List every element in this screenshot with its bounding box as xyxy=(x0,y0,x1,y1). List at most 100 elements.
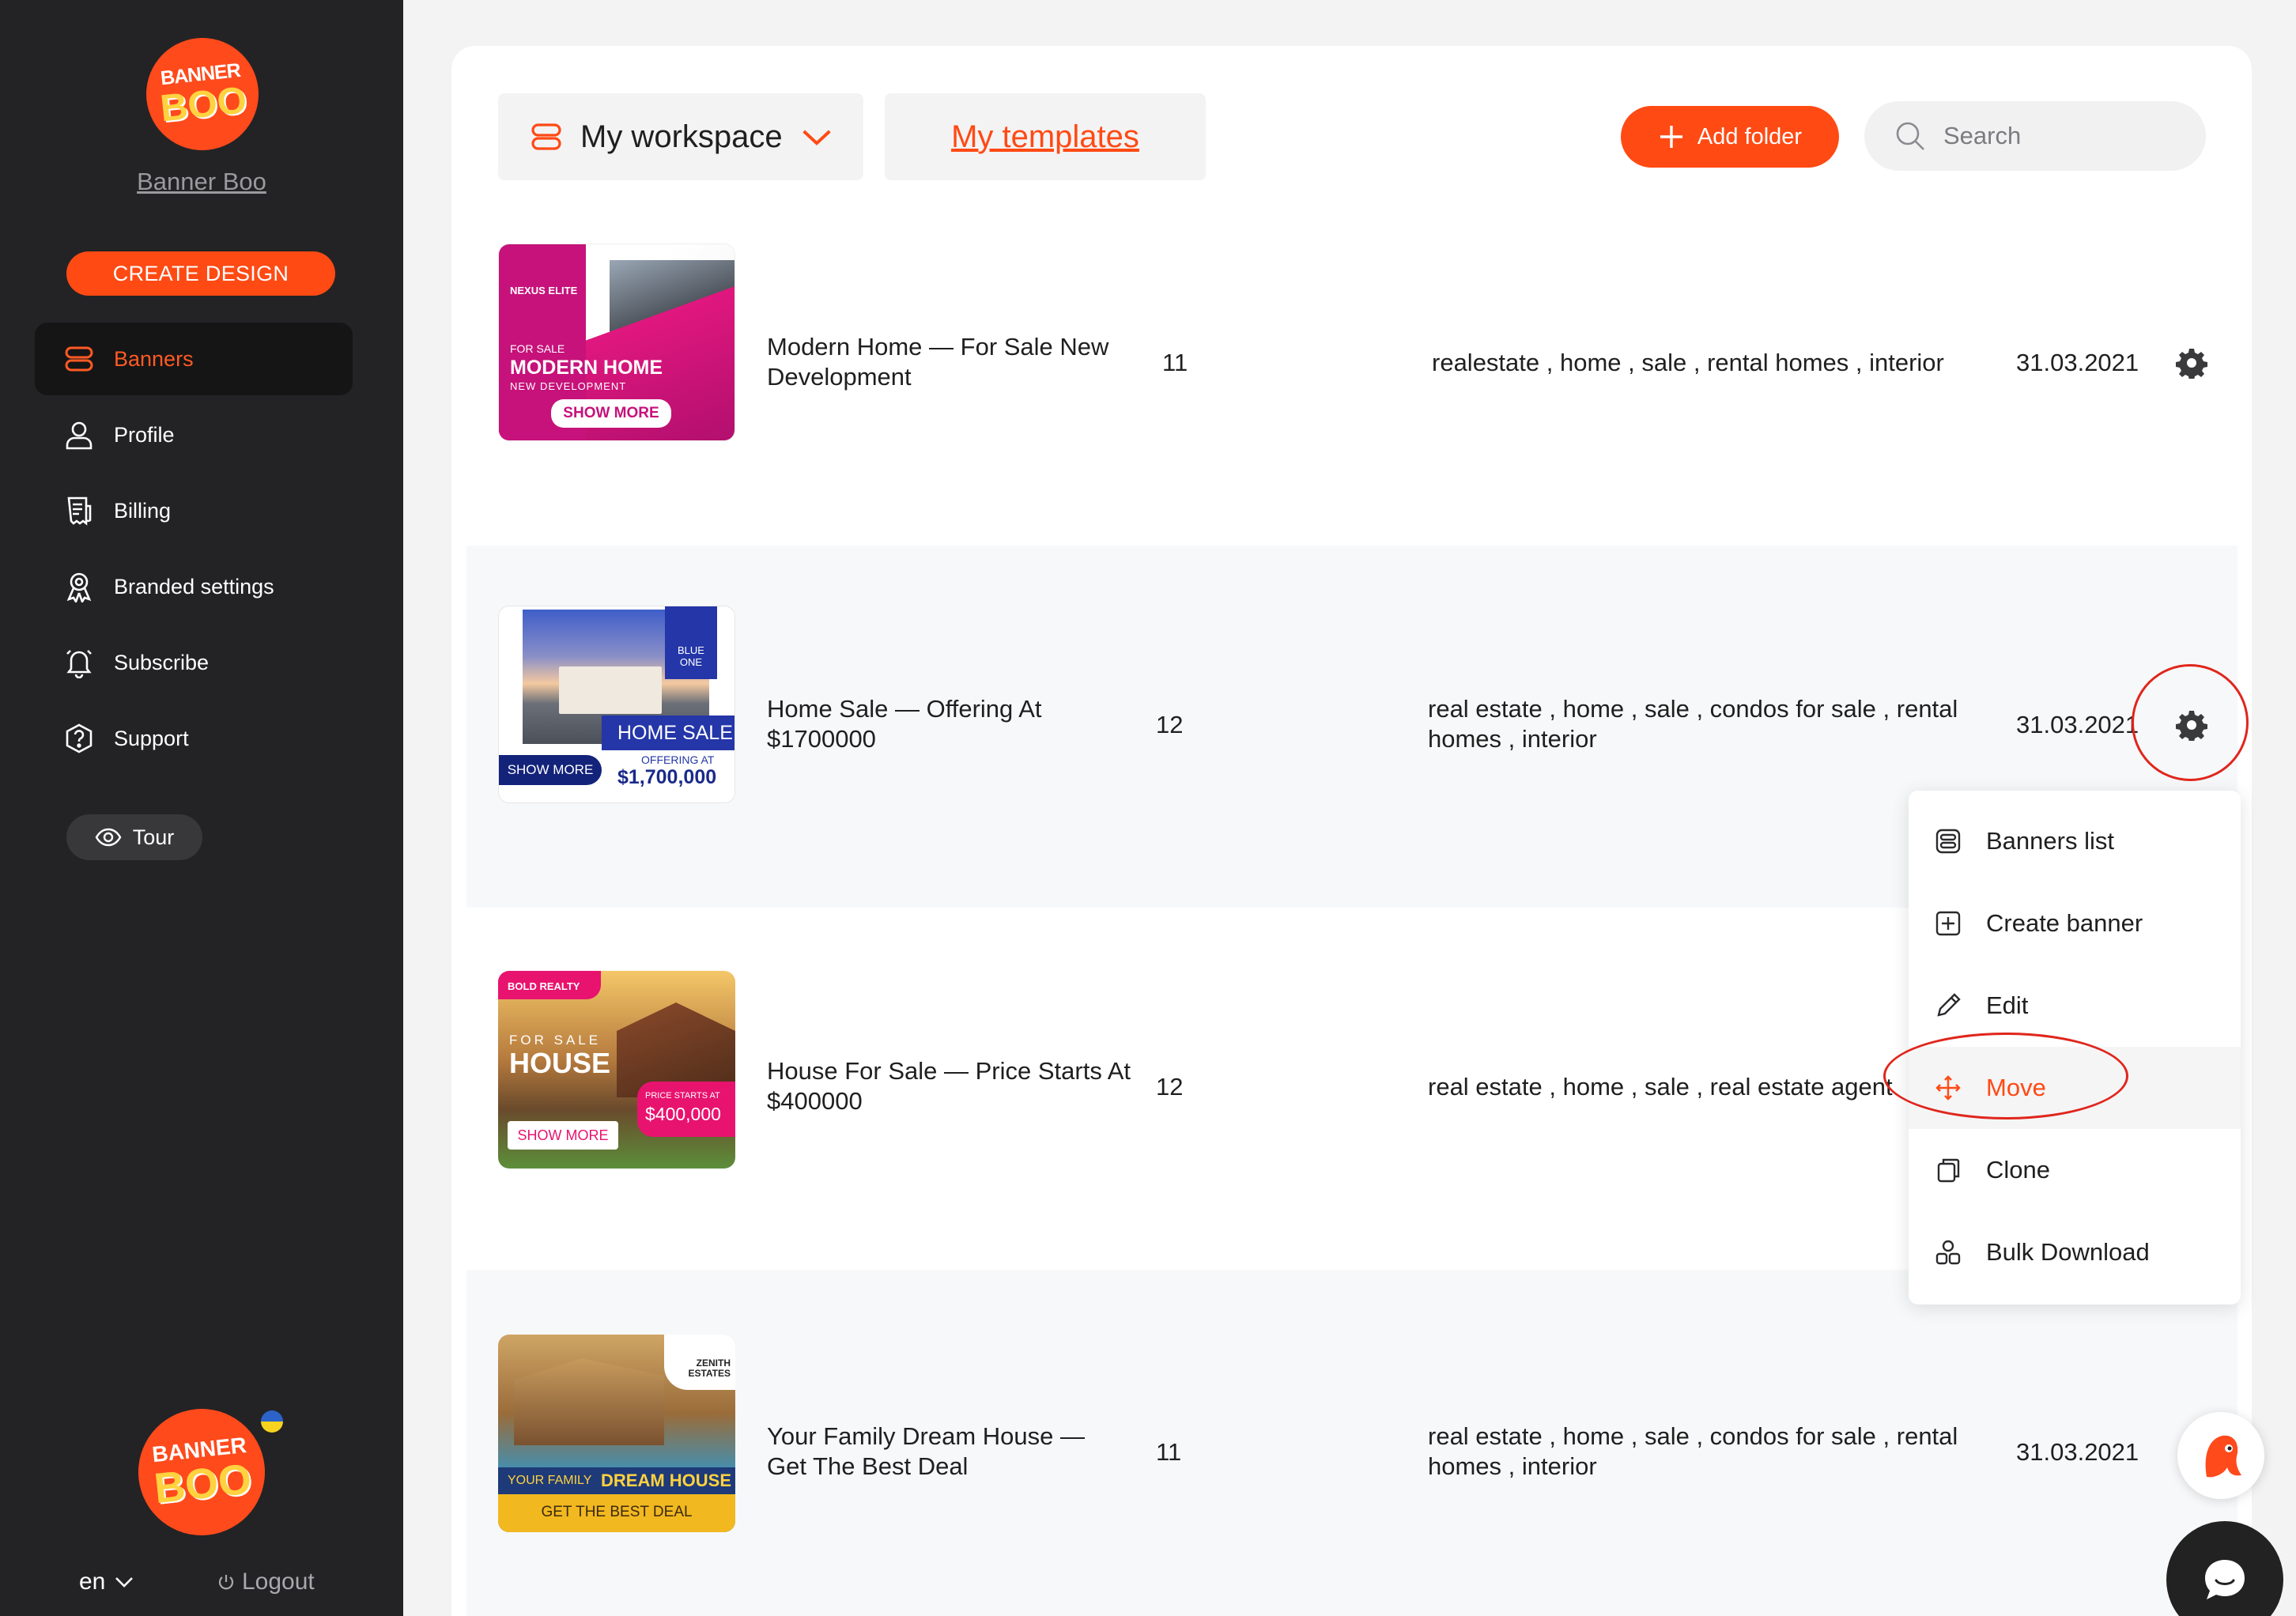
thumb-cta: GET THE BEST DEAL xyxy=(541,1504,693,1520)
shapes-icon xyxy=(1935,1240,1961,1265)
plus-icon xyxy=(1660,126,1682,148)
banner-tags: real estate , home , sale , condos for s… xyxy=(1428,1422,1958,1480)
search-input[interactable] xyxy=(1943,122,2181,150)
thumb-headline: HOME SALE xyxy=(617,722,733,744)
bell-icon xyxy=(63,647,95,678)
thumb-kicker: FOR SALE xyxy=(509,1033,602,1048)
banner-tags: realestate , home , sale , rental homes … xyxy=(1432,349,1944,376)
tour-label: Tour xyxy=(132,825,175,849)
banner-thumbnail[interactable]: BLUE ONE HOME SALE OFFERING AT $1,700,00… xyxy=(498,606,735,803)
user-icon xyxy=(63,419,95,451)
thumb-kicker: FOR SALE xyxy=(510,342,565,355)
sidebar-item-label: Banners xyxy=(114,346,194,371)
thumb-sub: PRICE STARTS AT xyxy=(645,1091,720,1101)
table-row[interactable]: NEXUS ELITE FOR SALE MODERN HOME NEW DEV… xyxy=(466,183,2237,546)
workspace-label: My workspace xyxy=(580,119,783,154)
banner-count: 11 xyxy=(1156,1438,1182,1466)
sidebar: BANNER BOO Banner Boo CREATE DESIGN Bann… xyxy=(0,0,403,1616)
sidebar-item-label: Billing xyxy=(114,498,172,523)
thumb-cta: SHOW MORE xyxy=(551,399,671,428)
award-icon xyxy=(63,571,95,602)
plus-square-icon xyxy=(1935,911,1961,936)
banner-date: 31.03.2021 xyxy=(2016,711,2139,738)
sidebar-item-profile[interactable]: Profile xyxy=(35,398,353,471)
banner-date: 31.03.2021 xyxy=(2016,349,2139,376)
table-row[interactable]: ZENITH ESTATES YOUR FAMILY DREAM HOUSE G… xyxy=(466,1270,2237,1616)
menu-item-bulk-download[interactable]: Bulk Download xyxy=(1909,1211,2241,1293)
help-icon xyxy=(63,723,95,754)
thumb-sub: OFFERING AT xyxy=(641,753,715,766)
thumb-brand: BOLD REALTY xyxy=(508,980,580,992)
menu-item-create-banner[interactable]: Create banner xyxy=(1909,882,2241,965)
sidebar-nav: Banners Profile Billing Branded settings… xyxy=(35,323,353,778)
thumb-headline: DREAM HOUSE xyxy=(601,1471,732,1490)
sidebar-item-billing[interactable]: Billing xyxy=(35,474,353,547)
add-folder-label: Add folder xyxy=(1697,123,1803,149)
banner-thumbnail[interactable]: BOLD REALTY FOR SALE HOUSE PRICE STARTS … xyxy=(498,971,735,1169)
power-icon xyxy=(218,1575,234,1590)
sidebar-item-branded-settings[interactable]: Branded settings xyxy=(35,550,353,623)
receipt-icon xyxy=(63,495,95,527)
language-value: en xyxy=(79,1569,106,1595)
thumb-kicker: YOUR FAMILY xyxy=(508,1474,592,1487)
gear-icon[interactable] xyxy=(2174,345,2209,380)
sidebar-item-label: Support xyxy=(114,726,189,750)
workspace-dropdown[interactable]: My workspace xyxy=(498,93,863,180)
thumb-brand: BLUE ONE xyxy=(678,644,704,668)
banner-thumbnail[interactable]: NEXUS ELITE FOR SALE MODERN HOME NEW DEV… xyxy=(498,244,735,441)
search-box[interactable] xyxy=(1864,101,2206,171)
banner-count: 12 xyxy=(1156,711,1184,738)
chevron-down-icon xyxy=(115,1577,134,1588)
logout-button[interactable]: Logout xyxy=(217,1569,315,1595)
brand-name-link[interactable]: Banner Boo xyxy=(0,168,403,196)
thumb-cta: SHOW MORE xyxy=(499,755,602,785)
banner-count: 11 xyxy=(1162,349,1188,376)
mascot-helper-button[interactable] xyxy=(2177,1412,2264,1499)
sidebar-item-banners[interactable]: Banners xyxy=(35,323,353,395)
banner-title[interactable]: House For Sale — Price Starts At $400000 xyxy=(767,1056,1131,1116)
thumb-headline: HOUSE xyxy=(509,1047,611,1079)
sidebar-item-label: Profile xyxy=(114,422,175,447)
banner-boo-mascot-logo: BANNER BOO xyxy=(132,1403,271,1542)
sidebar-item-support[interactable]: Support xyxy=(35,702,353,775)
menu-item-edit[interactable]: Edit xyxy=(1909,965,2241,1047)
chat-bubble-icon xyxy=(2205,1560,2245,1599)
language-selector[interactable]: en xyxy=(79,1569,135,1595)
thumb-brand: ZENITH ESTATES xyxy=(688,1357,731,1379)
stack-icon xyxy=(531,123,561,150)
tour-button[interactable]: Tour xyxy=(66,814,202,860)
menu-item-clone[interactable]: Clone xyxy=(1909,1129,2241,1211)
banner-count: 12 xyxy=(1156,1073,1184,1101)
thumb-price: $400,000 xyxy=(645,1104,721,1124)
menu-item-banners-list[interactable]: Banners list xyxy=(1909,800,2241,882)
banner-thumbnail[interactable]: ZENITH ESTATES YOUR FAMILY DREAM HOUSE G… xyxy=(498,1335,735,1532)
list-icon xyxy=(1935,829,1961,854)
create-design-button[interactable]: CREATE DESIGN xyxy=(66,251,335,296)
banner-date: 31.03.2021 xyxy=(2016,1438,2139,1466)
annotation-ring-move xyxy=(1883,1033,2128,1119)
banner-tags: real estate , home , sale , real estate … xyxy=(1428,1073,1893,1101)
my-templates-link[interactable]: My templates xyxy=(885,93,1206,180)
thumb-price: $1,700,000 xyxy=(617,766,717,788)
logout-label: Logout xyxy=(242,1569,315,1595)
thumb-sub: NEW DEVELOPMENT xyxy=(510,380,627,392)
mascot-icon xyxy=(2205,1435,2241,1478)
banner-title[interactable]: Your Family Dream House — Get The Best D… xyxy=(767,1422,1131,1482)
chevron-down-icon xyxy=(802,130,831,145)
sidebar-item-label: Subscribe xyxy=(114,650,210,674)
pencil-icon xyxy=(1937,993,1961,1017)
thumb-brand: NEXUS ELITE xyxy=(510,285,578,296)
sidebar-item-label: Branded settings xyxy=(114,574,274,598)
ukraine-flag-icon xyxy=(261,1410,283,1433)
eye-icon xyxy=(95,828,122,847)
add-folder-button[interactable]: Add folder xyxy=(1621,106,1839,168)
banner-title[interactable]: Modern Home — For Sale New Development xyxy=(767,332,1131,392)
stack-icon xyxy=(63,343,95,375)
sidebar-item-subscribe[interactable]: Subscribe xyxy=(35,626,353,699)
banner-title[interactable]: Home Sale — Offering At $1700000 xyxy=(767,694,1099,754)
copy-icon xyxy=(1937,1158,1960,1183)
thumb-headline: MODERN HOME xyxy=(510,357,663,379)
thumb-cta: SHOW MORE xyxy=(508,1121,618,1150)
banner-boo-logo[interactable]: BANNER BOO xyxy=(140,32,265,157)
search-icon xyxy=(1896,122,1924,150)
